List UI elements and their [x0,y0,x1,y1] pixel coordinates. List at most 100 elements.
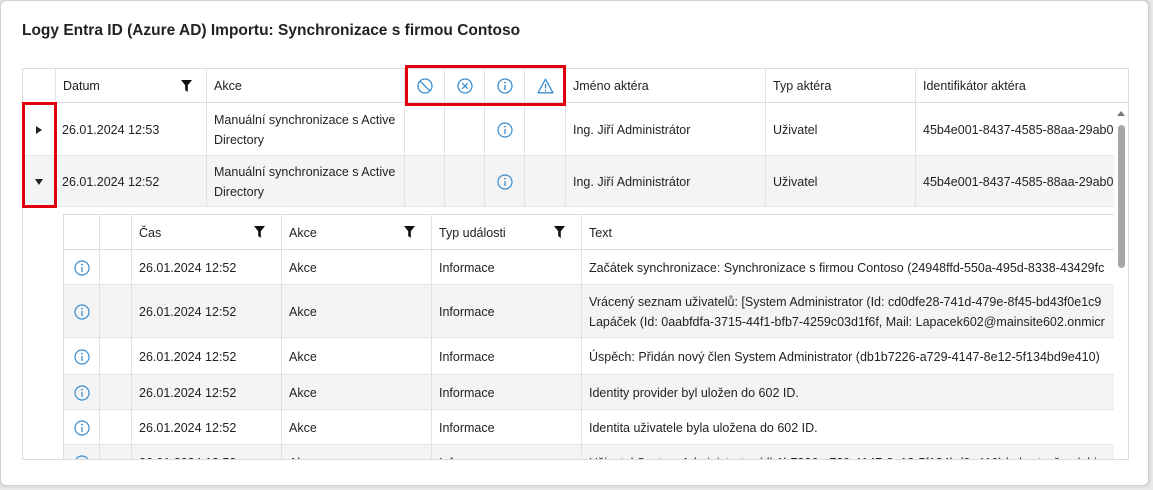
column-header-date[interactable]: Datum [56,69,207,103]
table-row[interactable]: 26.01.2024 12:52 Akce Informace Identity pr… [64,375,1115,410]
cell-event-icon [64,375,100,410]
cell-event-type: Informace [432,250,582,285]
cell-event-icon [64,338,100,375]
table-row[interactable]: 26.01.2024 12:52 Manuální synchronizace … [23,156,1115,207]
detail-blank-column-header [100,215,132,250]
cell-text: Identity provider byl uložen do 602 ID. [589,385,799,400]
cell-detail-action: Akce [282,410,432,445]
cell-action: Manuální synchronizace s Active Director… [207,103,405,156]
cell-text: Vrácený seznam uživatelů: [System Admini… [582,285,1115,338]
column-header-actor-name-label: Jméno aktéra [573,79,649,93]
cell-event-type: Informace [432,375,582,410]
cell-warning [525,103,566,156]
cell-actor-type: Uživatel [766,103,916,156]
column-header-text[interactable]: Text [582,215,1115,250]
column-header-actor-id[interactable]: Identifikátor aktéra [916,69,1128,103]
detail-grid: Čas Akce Typ události Text 26.01.2024 12… [63,214,1115,460]
cell-time: 26.01.2024 12:52 [132,375,282,410]
info-circle-icon [496,78,513,94]
cell-event-icon [64,250,100,285]
column-header-warning[interactable] [525,69,566,103]
cell-text: Začátek synchronizace: Synchronizace s f… [589,260,1105,275]
cell-event-icon [64,285,100,338]
cell-blocked [405,103,445,156]
logs-dialog: Logy Entra ID (Azure AD) Importu: Synchr… [0,0,1149,486]
cell-detail-action: Akce [282,285,432,338]
cell-time: 26.01.2024 12:52 [132,338,282,375]
filter-icon[interactable] [554,226,565,238]
info-circle-icon [73,419,90,436]
column-header-action[interactable]: Akce [207,69,405,103]
filter-icon[interactable] [404,226,415,238]
cell-event-icon [64,445,100,459]
cell-detail-action: Akce [282,250,432,285]
column-header-error[interactable] [445,69,485,103]
scroll-up-arrow-icon[interactable] [1117,111,1125,116]
column-header-blocked[interactable] [405,69,445,103]
info-circle-icon [73,303,90,320]
cell-event-icon [64,410,100,445]
cell-detail-action: Akce [282,445,432,459]
cell-text: Identita uživatele byla uložena do 602 I… [589,420,818,435]
table-row[interactable]: 26.01.2024 12:52 Akce Informace Začátek syn… [64,250,1115,285]
cell-detail-action: Akce [282,375,432,410]
column-header-actor-name[interactable]: Jméno aktéra [566,69,766,103]
cell-detail-action: Akce [282,338,432,375]
info-circle-icon [496,173,513,190]
cell-time: 26.01.2024 12:52 [132,250,282,285]
cell-actor-name: Ing. Jiří Administrátor [566,103,766,156]
column-header-action-label: Akce [214,79,242,93]
cell-error [445,156,485,207]
table-row[interactable]: 26.01.2024 12:52 Akce Informace Identita už… [64,410,1115,445]
cell-time: 26.01.2024 12:52 [132,445,282,459]
info-circle-icon [73,384,90,401]
expand-arrow-icon[interactable] [36,125,42,134]
cell-text: Úspěch: Přidán nový člen System Administ… [589,349,1100,364]
cell-text-line-1: Vrácený seznam uživatelů: [System Admini… [589,294,1102,309]
table-row[interactable]: 26.01.2024 12:52 Akce Informace Úspěch: Při… [64,338,1115,375]
info-circle-icon [73,348,90,365]
cell-error [445,103,485,156]
cell-actor-id: 45b4e001-8437-4585-88aa-29ab0 [923,174,1114,189]
cell-text-line-2: Lapáček (Id: 0aabfdfa-3715-44f1-bfb7-425… [589,314,1105,329]
cell-text: Uživatel System Administrator (db1b7226-… [582,445,1115,460]
vertical-scrollbar[interactable] [1114,103,1128,459]
table-row[interactable]: 26.01.2024 12:52 Akce Informace Vrácený sez… [64,285,1115,338]
expand-column-header [23,69,56,103]
cell-actor-id: 45b4e001-8437-4585-88aa-29ab0 [923,122,1114,137]
column-header-detail-action-label: Akce [289,225,317,240]
filter-icon[interactable] [181,80,192,92]
cell-blank [100,338,132,375]
cell-blank [100,250,132,285]
collapse-arrow-icon[interactable] [35,178,43,185]
column-header-text-label: Text [589,225,612,240]
cell-actor-type: Uživatel [766,156,916,207]
column-header-info[interactable] [485,69,525,103]
collapse-toggle[interactable] [23,156,56,207]
cell-blocked [405,156,445,207]
column-header-time[interactable]: Čas [132,215,282,250]
column-header-detail-action[interactable]: Akce [282,215,432,250]
cell-info [485,156,525,207]
scrollbar-thumb[interactable] [1118,125,1125,268]
cell-blank [100,410,132,445]
column-header-actor-type[interactable]: Typ aktéra [766,69,916,103]
table-row[interactable]: 26.01.2024 12:52AkceInformaceUživatel Sy… [64,445,1115,460]
cell-event-type: Informace [432,445,582,459]
expand-toggle[interactable] [23,103,56,156]
detail-icon-column-header [64,215,100,250]
detail-grid-header: Čas Akce Typ události Text [64,215,1115,250]
column-header-actor-id-label: Identifikátor aktéra [923,79,1026,93]
dialog-title: Logy Entra ID (Azure AD) Importu: Synchr… [22,22,521,39]
cell-warning [525,156,566,207]
column-header-date-label: Datum [63,79,100,93]
column-header-actor-type-label: Typ aktéra [773,79,832,93]
warning-triangle-icon [536,78,554,94]
blocked-icon [416,78,433,94]
cell-blank [100,375,132,410]
table-row[interactable]: 26.01.2024 12:53 Manuální synchronizace … [23,103,1115,156]
filter-icon[interactable] [254,226,265,238]
main-grid-header: Datum Akce Jméno aktéra Typ aktéra Ident… [23,69,1128,103]
column-header-event-type[interactable]: Typ události [432,215,582,250]
cell-info [485,103,525,156]
